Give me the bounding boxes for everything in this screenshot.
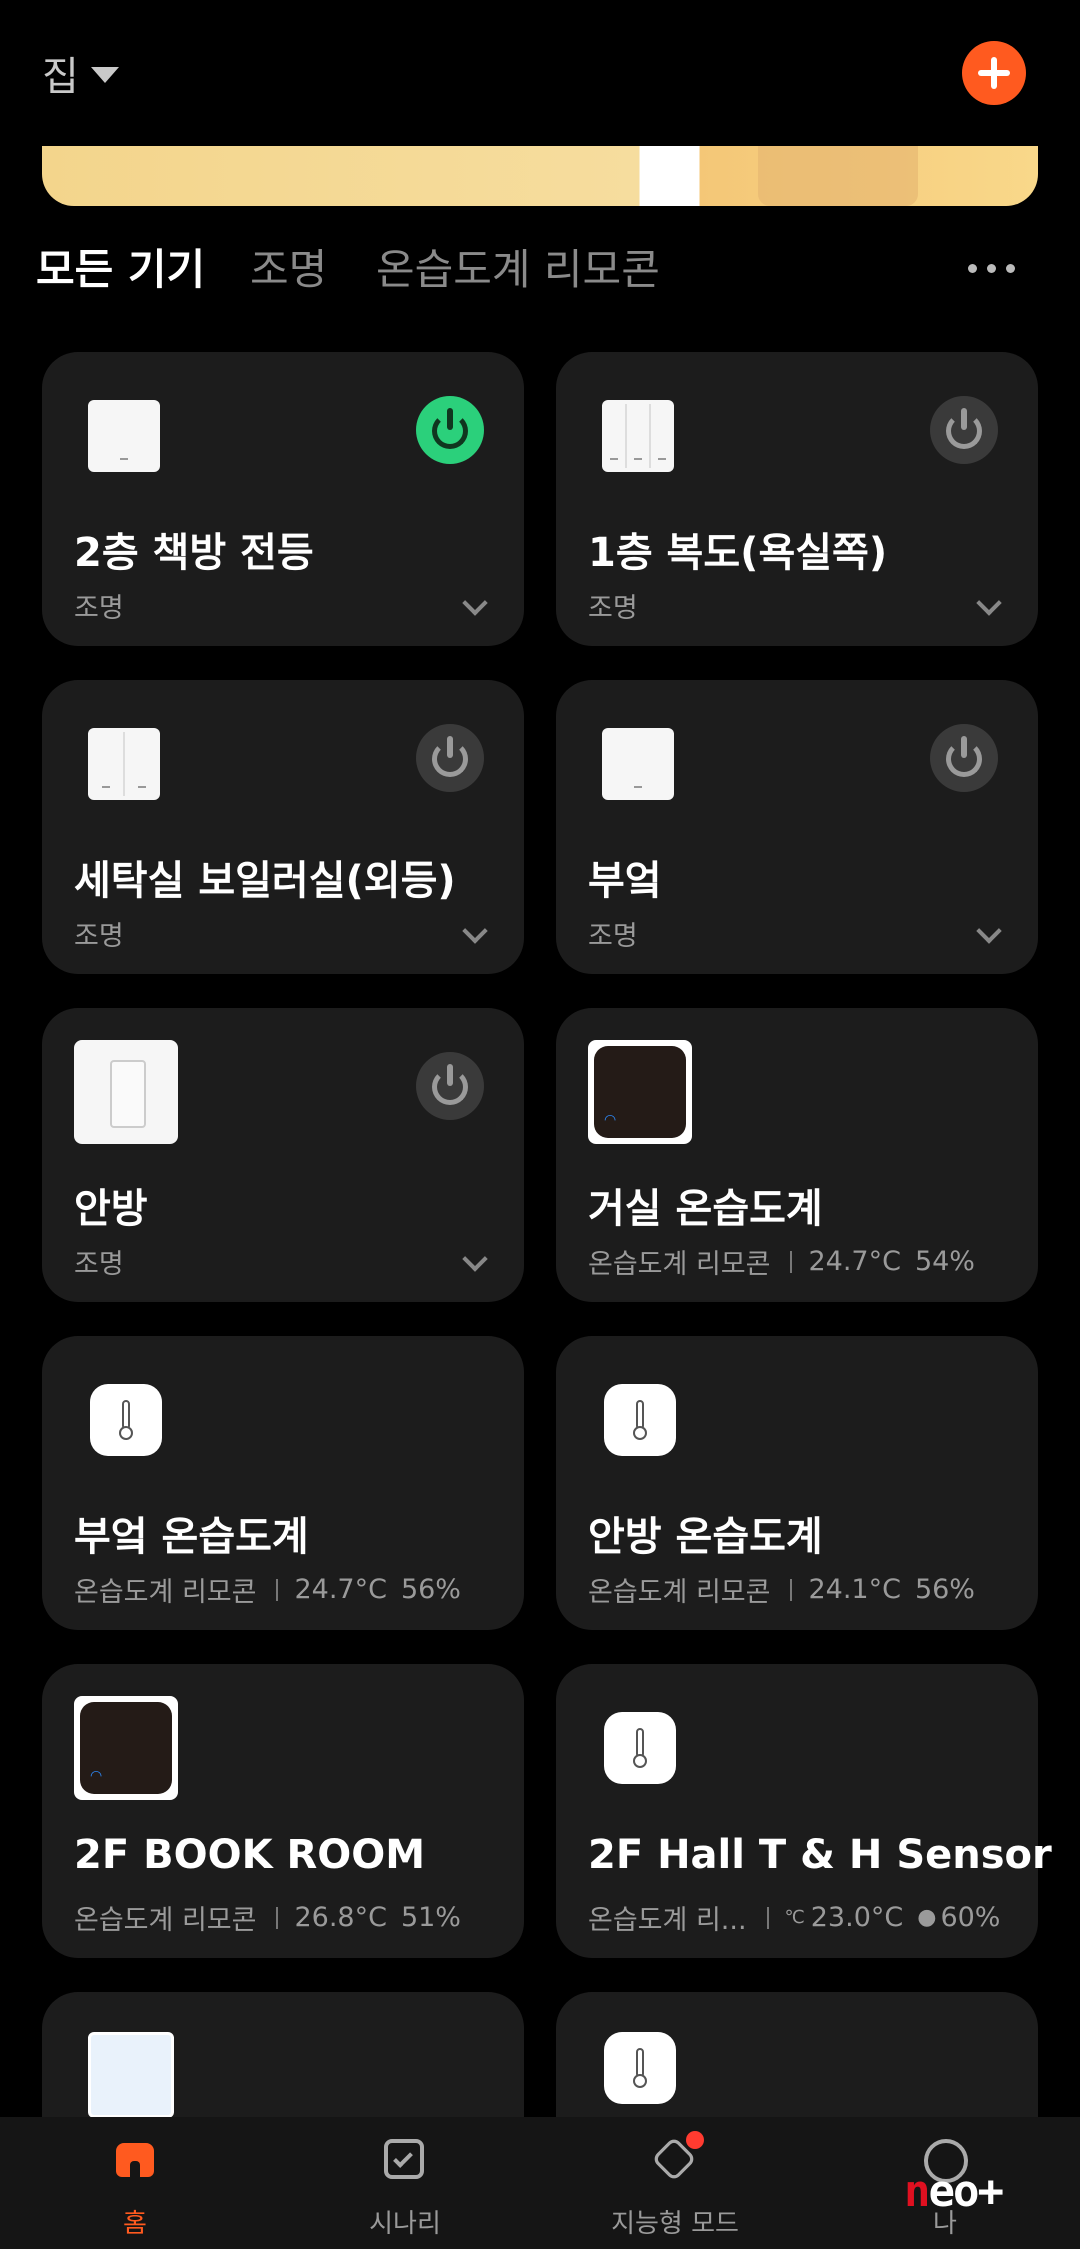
nav-home-label: 홈 (123, 2209, 147, 2239)
device-category: 조명 (74, 593, 124, 624)
device-status: 온습도계 리모콘 24.7°C 54% (588, 1246, 975, 1280)
device-card[interactable]: 1층 복도(욕실쪽) 조명 (556, 352, 1038, 646)
device-status: 온습도계 리모콘 26.8°C 51% (74, 1902, 461, 1936)
device-name: 안방 (74, 1186, 148, 1232)
wifi-icon: ◠ (90, 1768, 103, 1784)
device-card[interactable]: ◠ 거실 온습도계 온습도계 리모콘 24.7°C 54% (556, 1008, 1038, 1302)
device-name: 2F BOOK ROOM (74, 1832, 426, 1878)
single-switch-icon (88, 400, 160, 472)
device-card[interactable]: 안방 조명 (42, 1008, 524, 1302)
power-button[interactable] (416, 1052, 484, 1120)
check-square-icon (380, 2135, 430, 2185)
device-card[interactable]: 안방 온습도계 온습도계 리모콘 24.1°C 56% (556, 1336, 1038, 1630)
home-selector-label: 집 (42, 54, 79, 100)
double-switch-icon (88, 728, 160, 800)
power-button[interactable] (416, 724, 484, 792)
add-device-button[interactable] (962, 41, 1026, 105)
chevron-down-icon[interactable] (976, 590, 1002, 616)
power-button[interactable] (416, 396, 484, 464)
device-category: 조명 (74, 1249, 124, 1280)
device-card[interactable]: 2F Hall T & H Sensor 온습도계 리... ℃ 23.0°C … (556, 1664, 1052, 1958)
tab-all-devices[interactable]: 모든 기기 (36, 236, 205, 297)
more-options-icon[interactable] (968, 264, 1015, 273)
device-status: 온습도계 리모콘 24.1°C 56% (588, 1574, 975, 1608)
device-category: 조명 (588, 593, 638, 624)
device-name: 거실 온습도계 (588, 1186, 823, 1232)
banner-furniture-image (758, 146, 918, 206)
device-name: 안방 온습도계 (588, 1514, 823, 1560)
nav-home[interactable]: 홈 (0, 2117, 270, 2249)
device-name: 1층 복도(욕실쪽) (588, 530, 888, 576)
power-button[interactable] (930, 724, 998, 792)
device-category: 조명 (74, 921, 124, 952)
power-button[interactable] (930, 396, 998, 464)
tab-thermo-remote[interactable]: 온습도계 리모콘 (376, 236, 660, 297)
lcd-thermometer-photo (88, 2032, 174, 2118)
device-status: 온습도계 리모콘 24.7°C 56% (74, 1574, 461, 1608)
notification-dot (686, 2131, 704, 2149)
category-tabs: 모든 기기 조명 온습도계 리모콘 (0, 236, 1080, 316)
chevron-down-icon[interactable] (462, 590, 488, 616)
nav-scenarios[interactable]: 시나리 (270, 2117, 540, 2249)
device-name: 2F Hall T & H Sensor (588, 1832, 1052, 1878)
temperature-value: 23.0°C (810, 1902, 904, 1933)
temperature-value: 24.7°C (808, 1246, 901, 1277)
neo-watermark-logo: neo+ (904, 2166, 1004, 2217)
device-name: 2층 책방 전등 (74, 530, 314, 576)
thermometer-icon (604, 1712, 676, 1784)
ir-remote-hub-icon: ◠ (588, 1040, 692, 1144)
ir-remote-hub-icon: ◠ (74, 1696, 178, 1800)
device-card[interactable]: 부엌 조명 (556, 680, 1038, 974)
device-card[interactable]: 부엌 온습도계 온습도계 리모콘 24.7°C 56% (42, 1336, 524, 1630)
nav-smart-mode-label: 지능형 모드 (611, 2209, 739, 2239)
device-category: 조명 (588, 921, 638, 952)
device-card[interactable] (556, 1992, 1038, 2117)
triple-switch-icon (602, 400, 674, 472)
cube-icon (650, 2131, 704, 2185)
temperature-small-icon: ℃ (784, 1907, 805, 1928)
droplet-icon: ● (917, 1905, 937, 1930)
device-name: 세탁실 보일러실(외등) (74, 858, 456, 904)
promo-banner[interactable] (42, 146, 1038, 206)
chevron-down-icon[interactable] (462, 918, 488, 944)
home-selector[interactable]: 집 (42, 44, 119, 102)
wall-switch-photo (74, 1040, 178, 1144)
device-name: 부엌 온습도계 (74, 1514, 309, 1560)
temperature-value: 24.1°C (808, 1574, 901, 1605)
humidity-value: 56% (914, 1574, 975, 1605)
thermometer-icon (90, 1384, 162, 1456)
device-name: 부엌 (588, 858, 662, 904)
tab-lighting[interactable]: 조명 (250, 236, 327, 297)
nav-smart-mode[interactable]: 지능형 모드 (540, 2117, 810, 2249)
device-card[interactable]: 세탁실 보일러실(외등) 조명 (42, 680, 524, 974)
temperature-value: 26.8°C (294, 1902, 387, 1933)
device-card[interactable]: ◠ 2F BOOK ROOM 온습도계 리모콘 26.8°C 51% (42, 1664, 524, 1958)
thermometer-icon (604, 1384, 676, 1456)
wifi-icon: ◠ (604, 1112, 617, 1128)
temperature-value: 24.7°C (294, 1574, 387, 1605)
top-bar: 집 (0, 0, 1080, 140)
humidity-value: 60% (940, 1902, 1001, 1933)
device-status: 온습도계 리... ℃ 23.0°C ● 60% (588, 1902, 1001, 1936)
humidity-value: 54% (914, 1246, 975, 1277)
thermometer-icon (604, 2032, 676, 2104)
home-icon (110, 2135, 160, 2185)
nav-scenarios-label: 시나리 (369, 2209, 441, 2239)
humidity-value: 51% (400, 1902, 461, 1933)
chevron-down-icon[interactable] (462, 1246, 488, 1272)
humidity-value: 56% (400, 1574, 461, 1605)
device-card[interactable] (42, 1992, 524, 2118)
device-card[interactable]: 2층 책방 전등 조명 (42, 352, 524, 646)
chevron-down-icon[interactable] (976, 918, 1002, 944)
single-switch-icon (602, 728, 674, 800)
caret-down-icon (90, 67, 119, 83)
